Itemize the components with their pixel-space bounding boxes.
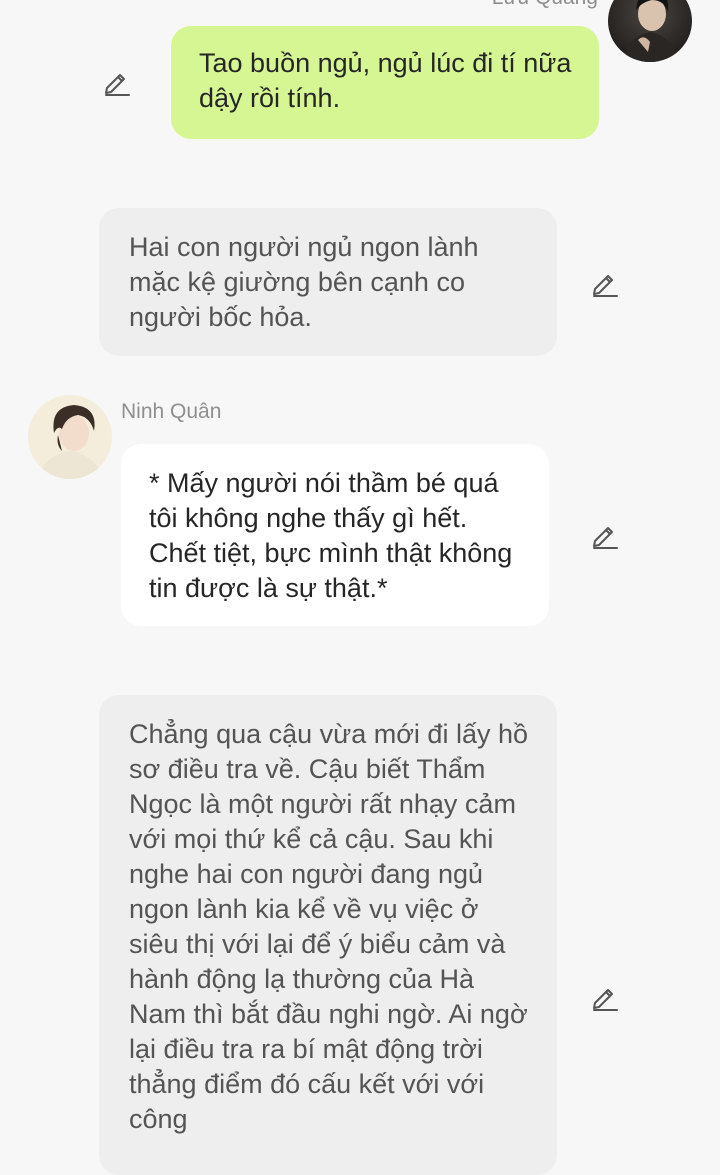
edit-button[interactable] [589, 981, 619, 1016]
pencil-edit-icon [593, 527, 618, 549]
avatar-portrait-icon [608, 0, 692, 62]
pencil-edit-icon [593, 989, 618, 1011]
pencil-edit-icon [105, 74, 130, 96]
sender-name: Lưu Quang [492, 0, 598, 10]
avatar-portrait-icon [28, 395, 112, 479]
edit-button[interactable] [589, 519, 619, 554]
pencil-edit-icon [593, 275, 618, 297]
message-text: * Mấy người nói thầm bé quá tôi không ng… [149, 468, 513, 603]
message-text: Hai con người ngủ ngon lành mặc kệ giườn… [129, 232, 479, 332]
edit-button[interactable] [101, 66, 131, 101]
sender-name: Ninh Quân [121, 400, 222, 423]
edit-button[interactable] [589, 267, 619, 302]
narration-bubble[interactable]: Chẳng qua cậu vừa mới đi lấy hồ sơ điều … [99, 695, 557, 1175]
message-text: Tao buồn ngủ, ngủ lúc đi tí nữa dậy rồi … [199, 48, 572, 113]
message-bubble-outgoing[interactable]: Tao buồn ngủ, ngủ lúc đi tí nữa dậy rồi … [171, 26, 599, 139]
message-bubble-incoming[interactable]: * Mấy người nói thầm bé quá tôi không ng… [121, 444, 549, 626]
avatar-ninh-quan[interactable] [28, 395, 112, 479]
narration-bubble[interactable]: Hai con người ngủ ngon lành mặc kệ giườn… [99, 208, 557, 356]
avatar-luu-quang[interactable] [608, 0, 692, 62]
message-text: Chẳng qua cậu vừa mới đi lấy hồ sơ điều … [129, 719, 529, 1134]
